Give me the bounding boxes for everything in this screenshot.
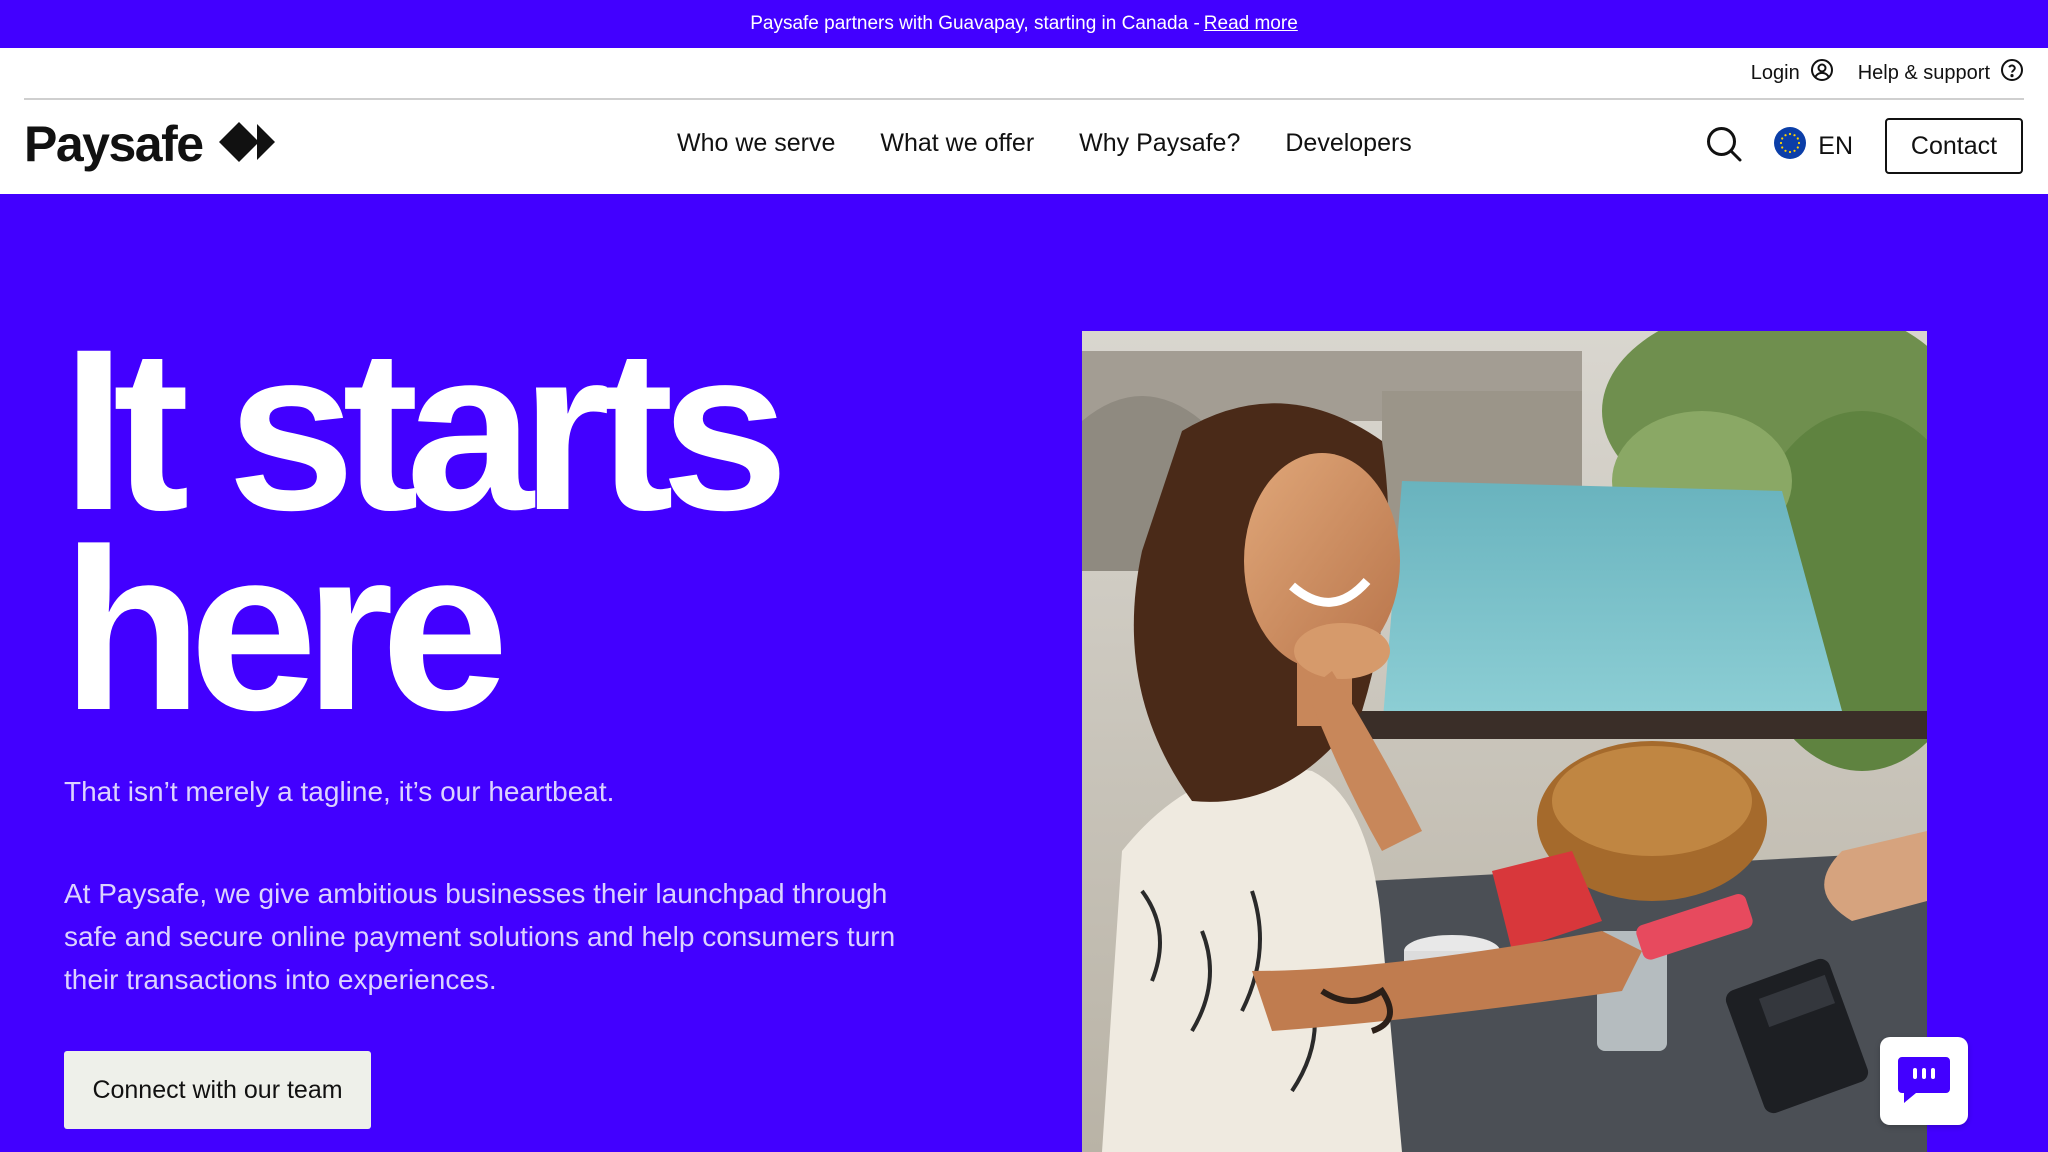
hero-photo bbox=[1082, 331, 1927, 1152]
hero-title: It starts here bbox=[62, 315, 789, 745]
question-circle-icon bbox=[2000, 58, 2024, 88]
hero-tagline: That isn’t merely a tagline, it’s our he… bbox=[64, 776, 615, 807]
chat-button[interactable] bbox=[1880, 1037, 1968, 1125]
announcement-read-more-link[interactable]: Read more bbox=[1204, 13, 1298, 35]
login-label: Login bbox=[1750, 61, 1800, 84]
chat-icon bbox=[1896, 1053, 1952, 1110]
header-divider bbox=[24, 98, 2024, 100]
announcement-text: Paysafe partners with Guavapay, starting… bbox=[750, 13, 1200, 34]
header-tools: EN Contact bbox=[1704, 117, 2023, 175]
site-header: Login Help & support Paysafe Who we serv… bbox=[0, 48, 2048, 194]
contact-button[interactable]: Contact bbox=[1885, 118, 2023, 174]
nav-who-we-serve[interactable]: Who we serve bbox=[677, 129, 835, 158]
nav-what-we-offer[interactable]: What we offer bbox=[880, 129, 1034, 158]
user-circle-icon bbox=[1810, 58, 1834, 88]
announcement-bar: Paysafe partners with Guavapay, starting… bbox=[0, 0, 2048, 48]
login-link[interactable]: Login bbox=[1751, 58, 1834, 88]
connect-with-team-button[interactable]: Connect with our team bbox=[64, 1051, 371, 1129]
help-support-link[interactable]: Help & support bbox=[1858, 58, 2024, 88]
main-nav: Who we serve What we offer Why Paysafe? … bbox=[677, 118, 1412, 168]
language-selector[interactable]: EN bbox=[1774, 126, 1853, 166]
utility-nav: Login Help & support bbox=[1751, 48, 2024, 98]
language-label: EN bbox=[1818, 131, 1853, 160]
eu-flag-icon bbox=[1774, 126, 1807, 166]
paysafe-logo[interactable]: Paysafe bbox=[24, 114, 277, 174]
search-button[interactable] bbox=[1704, 126, 1744, 166]
logo-wordmark: Paysafe bbox=[24, 116, 204, 172]
hero-title-line-2: here bbox=[62, 501, 509, 758]
logo-diamonds-icon bbox=[217, 120, 277, 169]
nav-developers[interactable]: Developers bbox=[1285, 129, 1411, 158]
hero-description: At Paysafe, we give ambitious businesses… bbox=[64, 878, 896, 995]
nav-why-paysafe[interactable]: Why Paysafe? bbox=[1079, 129, 1240, 158]
help-support-label: Help & support bbox=[1857, 61, 1990, 84]
search-icon bbox=[1705, 125, 1743, 168]
